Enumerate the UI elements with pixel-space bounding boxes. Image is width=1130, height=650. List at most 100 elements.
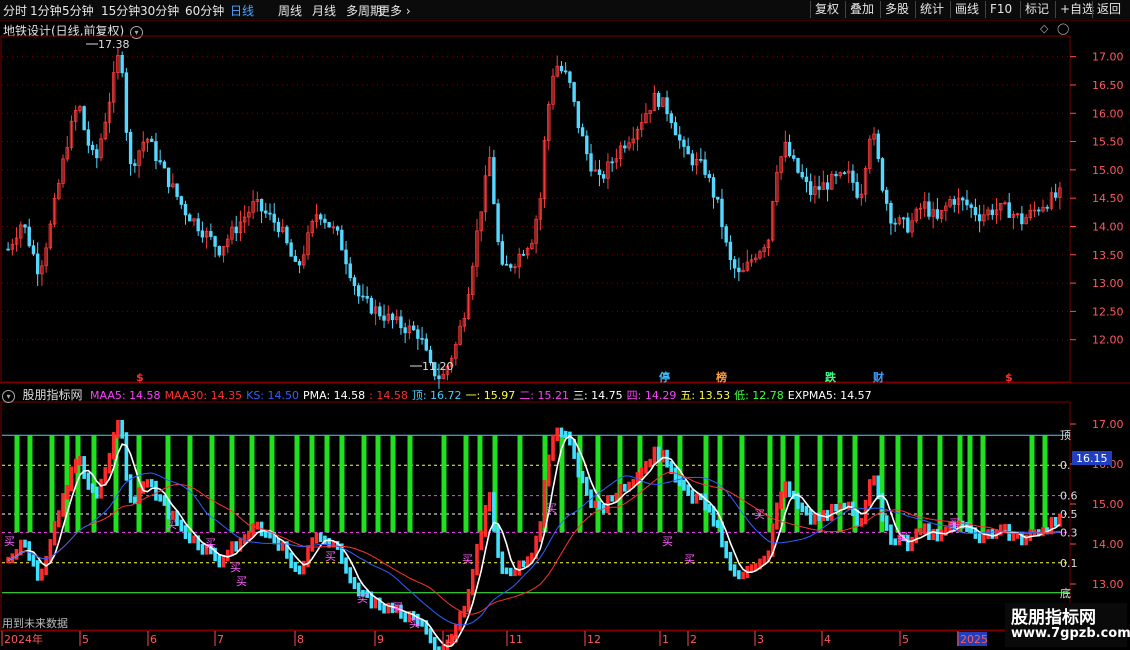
legend-item-4: : 14.58: [369, 389, 408, 402]
candle-body: [399, 316, 403, 329]
indicator-candle: [187, 532, 192, 544]
candle-body: [133, 163, 137, 166]
chevron-down-icon[interactable]: ▾: [2, 390, 15, 403]
candle-body: [90, 144, 95, 151]
legend-item-3: PMA: 14.58: [303, 389, 366, 402]
indicator-candle: [977, 532, 982, 544]
signal-bar: [361, 435, 367, 533]
candle-body: [834, 173, 838, 177]
candle-body: [792, 155, 796, 159]
candle-body: [128, 131, 133, 165]
candle-body: [559, 65, 564, 72]
indicator-candle: [318, 532, 323, 543]
candle-body: [496, 203, 500, 243]
price-tick-label: 14.50: [1092, 192, 1124, 205]
signal-bar: [375, 435, 381, 533]
candle-body: [521, 253, 526, 256]
level-label: 0.3: [1060, 526, 1078, 539]
indicator-candle: [889, 524, 893, 545]
candle-body: [120, 55, 124, 74]
legend-item-11: 低: 12.78: [734, 389, 784, 402]
indicator-candle: [610, 495, 614, 502]
buy-signal-label: 买: [4, 535, 15, 548]
candle-body: [1020, 213, 1024, 225]
event-marker: $: [136, 371, 144, 384]
date-label: 1: [662, 633, 669, 646]
candle-body: [500, 241, 505, 265]
indicator-candle: [555, 427, 560, 441]
indicator-candle: [741, 571, 745, 580]
indicator-candle: [61, 493, 65, 517]
legend-item-0: MAA5: 14.58: [90, 389, 161, 402]
high-label: 17.38: [98, 38, 130, 51]
candle-body: [124, 72, 129, 133]
indicator-candle: [386, 602, 391, 614]
candle-body: [188, 214, 192, 222]
indicator-candle: [513, 569, 517, 577]
candle-body: [965, 199, 969, 206]
signal-bar: [463, 435, 469, 533]
level-label: 底: [1060, 586, 1071, 600]
candle-body: [610, 161, 614, 164]
indicator-candle: [475, 543, 479, 576]
candle-body: [737, 267, 741, 273]
indicator-name: 股朋指标网: [22, 388, 83, 402]
main-panel-frame: [0, 35, 1071, 383]
date-label: 5: [902, 633, 909, 646]
date-label: 12: [587, 633, 601, 646]
date-label: 10: [445, 633, 459, 646]
signal-bar: [477, 435, 483, 533]
indicator-candle: [686, 484, 690, 496]
indicator-candle: [703, 493, 707, 511]
level-label: 0.: [1060, 459, 1071, 472]
indicator-candle: [576, 452, 581, 478]
signal-bar: [441, 435, 447, 533]
indicator-candle: [230, 541, 234, 557]
indicator-candle: [293, 561, 298, 572]
price-tick-label: 16.00: [1092, 107, 1124, 120]
candle-body: [200, 230, 205, 238]
signal-bar: [294, 435, 300, 533]
candle-body: [623, 145, 627, 149]
signal-bar: [739, 435, 745, 533]
indicator-candle: [23, 539, 27, 548]
indicator-candle: [846, 501, 851, 510]
indicator-candle: [644, 461, 648, 474]
buy-signal-label: 买: [325, 550, 336, 563]
indicator-candle: [918, 527, 923, 535]
date-label: 4: [824, 633, 831, 646]
indicator-candle: [234, 541, 239, 552]
indicator-candle: [200, 543, 205, 555]
buy-signal-label: 买: [462, 553, 473, 566]
candle-body: [656, 92, 661, 107]
indicator-candle: [935, 528, 940, 542]
buy-signal-label: 买: [897, 531, 908, 544]
legend-item-8: 三: 14.75: [572, 389, 623, 402]
indicator-candle: [462, 605, 467, 618]
signal-bar: [1042, 435, 1048, 533]
buy-signal-label: 买: [357, 592, 368, 605]
price-tick-label: 14.00: [1092, 220, 1124, 233]
level-label: 0.1: [1060, 557, 1078, 570]
buy-signal-label: 买: [166, 518, 177, 531]
indicator-candle: [1003, 524, 1007, 531]
signal-bar: [980, 435, 986, 533]
candle-body: [217, 245, 222, 256]
candle-body: [293, 255, 298, 262]
indicator-candle: [910, 536, 914, 552]
indicator-tick-label: 15.00: [1092, 498, 1124, 511]
indicator-candle: [217, 554, 222, 568]
candle-body: [572, 82, 576, 102]
candle-body: [707, 174, 711, 178]
indicator-panel-frame: [0, 401, 1071, 631]
candle-body: [357, 285, 361, 297]
signal-bar: [967, 435, 973, 533]
signal-bar: [390, 435, 396, 533]
candle-body: [352, 277, 357, 287]
signal-bar: [937, 435, 943, 533]
indicator-candle: [775, 502, 779, 530]
price-tick-label: 15.50: [1092, 136, 1124, 149]
candle-body: [365, 296, 369, 299]
candle-body: [6, 248, 10, 251]
price-chart-canvas[interactable]: 17.00 16.50 16.00 15.50 15.00 14.50 14.00 13.50…: [0, 0, 1130, 650]
